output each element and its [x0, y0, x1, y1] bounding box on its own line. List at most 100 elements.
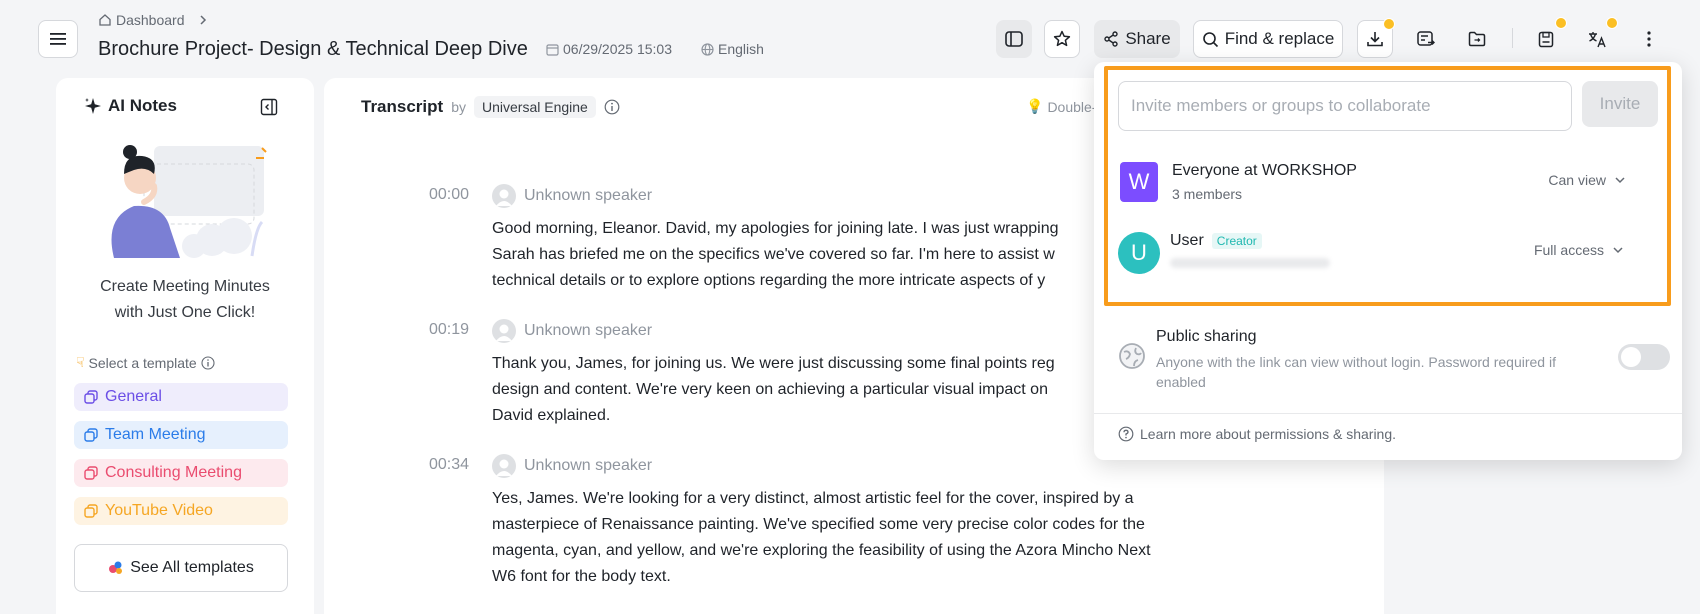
- cta-line-2: with Just One Click!: [114, 304, 256, 321]
- transcript-title: Transcript: [361, 97, 444, 116]
- share-label: Share: [1125, 29, 1171, 48]
- member-name-text: Everyone at WORKSHOP: [1172, 162, 1357, 179]
- share-icon: [1104, 31, 1119, 47]
- favorite-button[interactable]: [1044, 20, 1080, 58]
- translate-button[interactable]: [1579, 17, 1618, 58]
- public-sharing-description: Anyone with the link can view without lo…: [1156, 354, 1556, 390]
- menu-button[interactable]: [38, 20, 78, 58]
- segment-time[interactable]: 00:19: [429, 321, 469, 339]
- language[interactable]: English: [701, 41, 764, 57]
- template-consulting-meeting[interactable]: Consulting Meeting: [74, 459, 288, 487]
- find-replace-button[interactable]: Find & replace: [1193, 20, 1343, 58]
- lightbulb-icon: 💡: [1026, 98, 1044, 114]
- chevron-right-icon: [199, 15, 206, 25]
- share-button[interactable]: Share: [1094, 20, 1180, 58]
- member-name-text: User: [1170, 232, 1204, 249]
- transcript-by: by: [451, 99, 466, 115]
- speaker-avatar-icon: [492, 319, 516, 343]
- star-icon: [1053, 30, 1071, 47]
- segment-line: magenta, cyan, and yellow, and we're exp…: [492, 542, 1151, 559]
- download-badge: [1383, 18, 1395, 30]
- creator-badge: Creator: [1211, 233, 1262, 249]
- find-replace-icon: [1202, 31, 1218, 47]
- template-copy-icon: [84, 390, 98, 404]
- member-name: Everyone at WORKSHOP: [1172, 162, 1357, 180]
- toggle-knob: [1621, 347, 1641, 367]
- save-icon: [1538, 31, 1554, 47]
- engine-badge[interactable]: Universal Engine: [474, 96, 596, 118]
- more-options-button[interactable]: [1631, 20, 1667, 58]
- pointing-hand-icon: ☟: [76, 354, 85, 370]
- hamburger-icon: [50, 33, 66, 45]
- permission-dropdown[interactable]: Full access: [1534, 242, 1624, 258]
- template-label-text: Select a template: [88, 354, 197, 371]
- template-consulting-meeting-label: Consulting Meeting: [105, 464, 242, 481]
- meeting-date: 06/29/2025 15:03: [546, 41, 672, 57]
- segment-time[interactable]: 00:34: [429, 456, 469, 474]
- sidebar-toggle-button[interactable]: [996, 20, 1032, 58]
- home-icon: [99, 14, 111, 26]
- segment-line: Yes, James. We're looking for a very dis…: [492, 490, 1134, 507]
- public-sharing-title: Public sharing: [1156, 328, 1257, 345]
- speaker-name: Unknown speaker: [524, 187, 653, 204]
- save-button[interactable]: [1528, 17, 1567, 58]
- templates-colorful-icon: [109, 561, 123, 574]
- more-vertical-icon: [1647, 31, 1651, 47]
- breadcrumb: Dashboard: [98, 12, 211, 28]
- chevron-down-icon: [1615, 177, 1625, 184]
- segment-text[interactable]: Yes, James. We're looking for a very dis…: [492, 486, 1212, 590]
- segment-line: masterpiece of Renaissance painting. We'…: [492, 516, 1145, 533]
- speaker-name: Unknown speaker: [524, 322, 653, 339]
- globe-icon: [701, 42, 714, 56]
- save-badge: [1555, 17, 1567, 29]
- info-icon[interactable]: [604, 99, 620, 115]
- collapse-panel-icon[interactable]: [260, 98, 278, 116]
- segment-speaker[interactable]: Unknown speaker: [492, 184, 652, 208]
- template-youtube-video-label: YouTube Video: [105, 502, 213, 519]
- redacted-email: [1170, 258, 1330, 268]
- see-all-label: See All templates: [130, 559, 254, 576]
- member-name: User Creator: [1170, 232, 1262, 250]
- user-avatar: U: [1118, 232, 1160, 274]
- speaker-avatar-icon: [492, 454, 516, 478]
- export-button[interactable]: [1408, 20, 1444, 58]
- speaker-name: Unknown speaker: [524, 457, 653, 474]
- ai-notes-title: AI Notes: [108, 96, 177, 115]
- info-icon[interactable]: [201, 355, 215, 370]
- template-general-label: General: [105, 388, 162, 405]
- template-team-meeting[interactable]: Team Meeting: [74, 421, 288, 449]
- member-row: W Everyone at WORKSHOP 3 members Can vie…: [1120, 162, 1660, 206]
- ai-notes-cta: Create Meeting Minutes with Just One Cli…: [56, 274, 314, 326]
- permission-label: Can view: [1548, 172, 1606, 188]
- ai-notes-panel: AI Notes Create Meeting Minutes with Jus…: [56, 78, 314, 614]
- template-copy-icon: [84, 428, 98, 442]
- page-title[interactable]: Brochure Project- Design & Technical Dee…: [98, 38, 528, 61]
- download-button[interactable]: [1357, 18, 1395, 58]
- permission-dropdown[interactable]: Can view: [1548, 172, 1626, 188]
- segment-speaker[interactable]: Unknown speaker: [492, 454, 652, 478]
- segment-speaker[interactable]: Unknown speaker: [492, 319, 652, 343]
- template-label: ☟ Select a template: [76, 354, 215, 371]
- globe-icon: [1119, 343, 1145, 369]
- learn-more-link[interactable]: Learn more about permissions & sharing.: [1118, 426, 1396, 442]
- date-text: 06/29/2025 15:03: [563, 41, 672, 57]
- invite-button[interactable]: Invite: [1582, 81, 1658, 127]
- share-popover: Invite W Everyone at WORKSHOP 3 members …: [1094, 62, 1682, 460]
- toolbar-divider: [1512, 28, 1513, 48]
- learn-more-text: Learn more about permissions & sharing.: [1140, 426, 1397, 442]
- chevron-down-icon: [1613, 247, 1623, 254]
- popover-divider: [1094, 413, 1682, 414]
- segment-time[interactable]: 00:00: [429, 186, 469, 204]
- template-general[interactable]: General: [74, 383, 288, 411]
- export-doc-icon: [1417, 31, 1435, 46]
- move-to-folder-button[interactable]: [1459, 20, 1495, 58]
- template-youtube-video[interactable]: YouTube Video: [74, 497, 288, 525]
- see-all-templates-button[interactable]: See All templates: [74, 544, 288, 592]
- segment-line: W6 font for the body text.: [492, 568, 671, 585]
- sparkle-icon: [85, 98, 101, 114]
- transcript-hint: 💡 Double-: [1026, 98, 1096, 115]
- template-team-meeting-label: Team Meeting: [105, 426, 206, 443]
- breadcrumb-dashboard[interactable]: Dashboard: [116, 12, 185, 28]
- invite-input[interactable]: [1118, 81, 1572, 131]
- public-sharing-toggle[interactable]: [1618, 344, 1670, 370]
